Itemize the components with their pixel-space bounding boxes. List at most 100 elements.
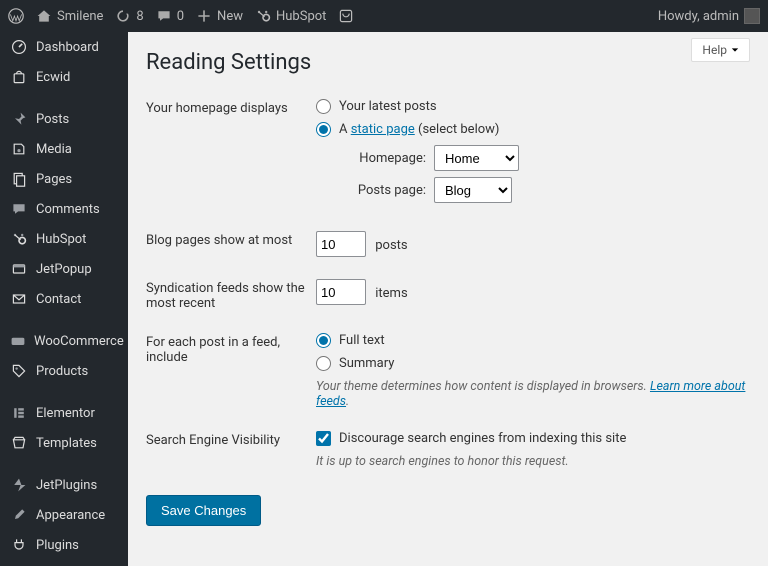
sidebar-item-label: Contact [36,292,81,307]
page-title: Reading Settings [146,50,748,75]
radio-summary-label: Summary [339,356,394,371]
home-icon [36,8,52,24]
syndication-input[interactable] [316,279,366,305]
help-label: Help [702,43,727,57]
sidebar-item-comments[interactable]: Comments [0,194,128,224]
pages-icon [10,171,28,187]
search-description: It is up to search engines to honor this… [316,454,748,469]
sidebar-item-ecwid[interactable]: Ecwid [0,62,128,92]
sidebar-item-media[interactable]: Media [0,134,128,164]
sidebar-item-label: Posts [36,112,69,127]
pin-icon [10,111,28,127]
sidebar-item-label: JetPopup [36,262,92,277]
postspage-select-label: Posts page: [348,183,426,198]
sidebar-item-users[interactable]: Users [0,560,128,566]
search-check-label: Discourage search engines from indexing … [339,431,626,446]
elementor-icon [10,405,28,421]
templates-icon [10,435,28,451]
blog-pages-input[interactable] [316,231,366,257]
sidebar-item-pages[interactable]: Pages [0,164,128,194]
site-name[interactable]: Smilene [36,8,103,24]
sidebar-item-jetpopup[interactable]: JetPopup [0,254,128,284]
sidebar-item-hubspot[interactable]: HubSpot [0,224,128,254]
products-icon [10,363,28,379]
refresh-icon [115,8,131,24]
sidebar-item-label: Products [36,364,88,379]
ecwid-icon [10,69,28,85]
search-visibility-checkbox[interactable] [316,431,331,446]
new-label: New [217,9,243,24]
feed-description: Your theme determines how content is dis… [316,379,748,409]
sidebar-item-appearance[interactable]: Appearance [0,500,128,530]
sidebar-item-label: Ecwid [36,70,70,85]
my-account[interactable]: Howdy, admin [658,8,760,24]
admin-bar: Smilene 8 0 New HubSpot Howdy, admin [0,0,768,32]
hubspot-bar[interactable]: HubSpot [255,8,326,24]
sidebar-item-label: WooCommerce [34,334,124,349]
store-icon [338,8,354,24]
wp-logo[interactable] [8,8,24,24]
radio-latest-label: Your latest posts [339,99,437,114]
site-name-label: Smilene [57,9,103,24]
sidebar-item-label: Dashboard [36,40,99,55]
woo-icon [10,333,26,349]
avatar [744,8,760,24]
sidebar-item-dashboard[interactable]: Dashboard [0,32,128,62]
comments-icon [10,201,28,217]
homepage-select[interactable]: Home [434,145,519,171]
feed-include-label: For each post in a feed, include [146,323,316,421]
hubspot-label: HubSpot [276,9,326,24]
jet-icon [10,477,28,493]
homepage-displays-label: Your homepage displays [146,89,316,221]
appearance-icon [10,507,28,523]
sidebar-item-woocommerce[interactable]: WooCommerce [0,326,128,356]
sidebar-item-templates[interactable]: Templates [0,428,128,458]
sidebar-item-plugins[interactable]: Plugins [0,530,128,560]
radio-full-text[interactable] [316,333,331,348]
homepage-select-label: Homepage: [348,151,426,166]
main-content: Help Reading Settings Your homepage disp… [128,32,768,566]
howdy-label: Howdy, admin [658,9,739,24]
media-icon [10,141,28,157]
updates-count: 8 [136,9,143,24]
hubspot-icon [10,231,28,247]
sidebar-item-contact[interactable]: Contact [0,284,128,314]
radio-summary[interactable] [316,356,331,371]
sidebar-item-label: Plugins [36,538,79,553]
postspage-select[interactable]: Blog [434,177,512,203]
admin-sidebar: Dashboard Ecwid Posts Media Pages Comments Hub… [0,32,128,566]
radio-latest-posts[interactable] [316,99,331,114]
save-button[interactable]: Save Changes [146,495,261,526]
comment-icon [156,8,172,24]
comments[interactable]: 0 [156,8,184,24]
plugins-icon [10,537,28,553]
sidebar-item-posts[interactable]: Posts [0,104,128,134]
sidebar-item-label: Media [36,142,72,157]
search-visibility-label: Search Engine Visibility [146,421,316,481]
contact-icon [10,291,28,307]
syndication-unit: items [375,286,407,301]
sidebar-item-products[interactable]: Products [0,356,128,386]
sidebar-item-label: HubSpot [36,232,86,247]
sidebar-item-jetplugins[interactable]: JetPlugins [0,470,128,500]
caret-down-icon [731,46,739,54]
sidebar-item-label: Pages [36,172,72,187]
dashboard-icon [10,39,28,55]
hubspot-icon [255,8,271,24]
jetpopup-icon [10,261,28,277]
plus-icon [196,8,212,24]
sidebar-item-label: JetPlugins [36,478,97,493]
blog-pages-label: Blog pages show at most [146,221,316,269]
store-bar[interactable] [338,8,354,24]
radio-static-page[interactable] [316,122,331,137]
comments-count: 0 [177,9,184,24]
blog-pages-unit: posts [375,238,407,253]
updates[interactable]: 8 [115,8,143,24]
sidebar-item-label: Templates [36,436,97,451]
sidebar-item-elementor[interactable]: Elementor [0,398,128,428]
help-button[interactable]: Help [691,38,750,62]
sidebar-item-label: Comments [36,202,100,217]
static-page-link[interactable]: static page [351,122,415,137]
new-content[interactable]: New [196,8,243,24]
sidebar-item-label: Appearance [36,508,105,523]
